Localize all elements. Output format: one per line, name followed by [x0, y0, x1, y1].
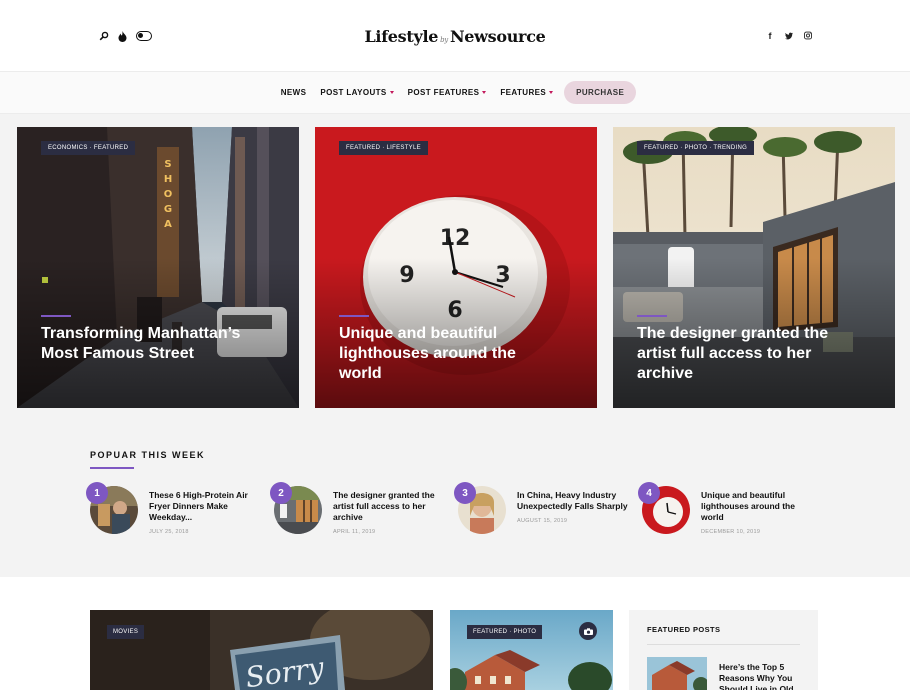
instagram-icon[interactable] [804, 31, 812, 40]
caret-down-icon [549, 91, 554, 94]
logo-by: by [440, 36, 448, 44]
movies-card[interactable]: Sorry MOVIES [90, 610, 433, 690]
post-thumbnail[interactable] [647, 657, 707, 690]
rank-badge: 2 [270, 482, 292, 504]
post-date: APRIL 11, 2019 [333, 529, 376, 535]
category-tag[interactable]: ECONOMICS · FEATURED [41, 141, 136, 155]
post-title[interactable]: Unique and beautiful lighthouses around … [701, 490, 819, 523]
svg-text:O: O [164, 189, 173, 200]
nav-item-post-features[interactable]: POST FEATURES [408, 88, 487, 97]
hero-card-3[interactable]: FEATURED · PHOTO · TRENDING The designer… [613, 127, 895, 408]
featured-posts-widget: FEATURED POSTS Here’s the Top 5 Reasons … [629, 610, 818, 690]
category-tag[interactable]: FEATURED · PHOTO [467, 625, 543, 639]
post-title[interactable]: These 6 High-Protein Air Fryer Dinners M… [149, 490, 267, 523]
purchase-button[interactable]: PURCHASE [564, 81, 637, 104]
popular-item-3[interactable]: 3 In China, Heavy Industry Unexpectedly … [454, 482, 638, 542]
social-links: f [766, 31, 812, 41]
nav-label: FEATURES [500, 88, 547, 97]
post-date: JULY 25, 2018 [149, 529, 189, 535]
nav-item-news[interactable]: NEWS [281, 88, 307, 97]
title-rule [339, 315, 369, 317]
svg-text:A: A [164, 219, 172, 230]
svg-text:S: S [164, 159, 171, 170]
hero-card-2[interactable]: 12 3 6 9 FEATURED · LIFESTYLE Unique and… [315, 127, 597, 408]
sorry-sign-image: Sorry [90, 610, 433, 690]
post-date: AUGUST 15, 2019 [517, 518, 568, 524]
post-title[interactable]: In China, Heavy Industry Unexpectedly Fa… [517, 490, 635, 512]
facebook-icon[interactable]: f [766, 31, 774, 41]
nav-item-features[interactable]: FEATURES [500, 88, 554, 97]
camera-icon[interactable] [579, 622, 597, 640]
nav-item-post-layouts[interactable]: POST LAYOUTS [320, 88, 394, 97]
post-date: DECEMBER 10, 2019 [701, 529, 761, 535]
title-rule [41, 315, 71, 317]
site-header: Lifestyle by Newsource f [0, 0, 910, 72]
logo-brand: Newsource [449, 27, 546, 46]
logo-main: Lifestyle [364, 27, 439, 46]
popular-item-1[interactable]: 1 These 6 High-Protein Air Fryer Dinners… [86, 482, 270, 542]
popular-item-4[interactable]: 4 Unique and beautiful lighthouses aroun… [638, 482, 822, 542]
post-title[interactable]: Unique and beautiful lighthouses around … [339, 324, 549, 384]
rank-badge: 3 [454, 482, 476, 504]
main-nav: NEWS POST LAYOUTS POST FEATURES FEATURES… [0, 72, 910, 114]
category-tag[interactable]: FEATURED · LIFESTYLE [339, 141, 428, 155]
nav-label: NEWS [280, 88, 307, 97]
hero-card-1[interactable]: S H O G A ECONOMICS · FEATURED Transform… [17, 127, 299, 408]
post-title[interactable]: The designer granted the artist full acc… [637, 324, 847, 384]
nav-label: POST LAYOUTS [320, 88, 387, 97]
rank-badge: 4 [638, 482, 660, 504]
twitter-icon[interactable] [785, 31, 793, 40]
caret-down-icon [389, 91, 394, 94]
rank-badge: 1 [86, 482, 108, 504]
svg-text:H: H [164, 174, 172, 185]
post-title[interactable]: The designer granted the artist full acc… [333, 490, 451, 523]
nav-label: POST FEATURES [407, 88, 480, 97]
title-rule [637, 315, 667, 317]
widget-divider [647, 644, 800, 645]
post-title[interactable]: Here’s the Top 5 Reasons Why You Should … [719, 662, 799, 690]
popular-item-2[interactable]: 2 The designer granted the artist full a… [270, 482, 454, 542]
popular-heading: POPUAR THIS WEEK [90, 450, 206, 460]
svg-text:12: 12 [440, 226, 471, 251]
heading-rule [90, 467, 134, 469]
caret-down-icon [482, 91, 487, 94]
post-title[interactable]: Transforming Manhattan’s Most Famous Str… [41, 324, 251, 364]
svg-text:G: G [164, 204, 172, 215]
category-tag[interactable]: FEATURED · PHOTO · TRENDING [637, 141, 755, 155]
widget-heading: FEATURED POSTS [647, 625, 721, 634]
photo-card[interactable]: FEATURED · PHOTO [450, 610, 613, 690]
category-tag[interactable]: MOVIES [107, 625, 145, 639]
